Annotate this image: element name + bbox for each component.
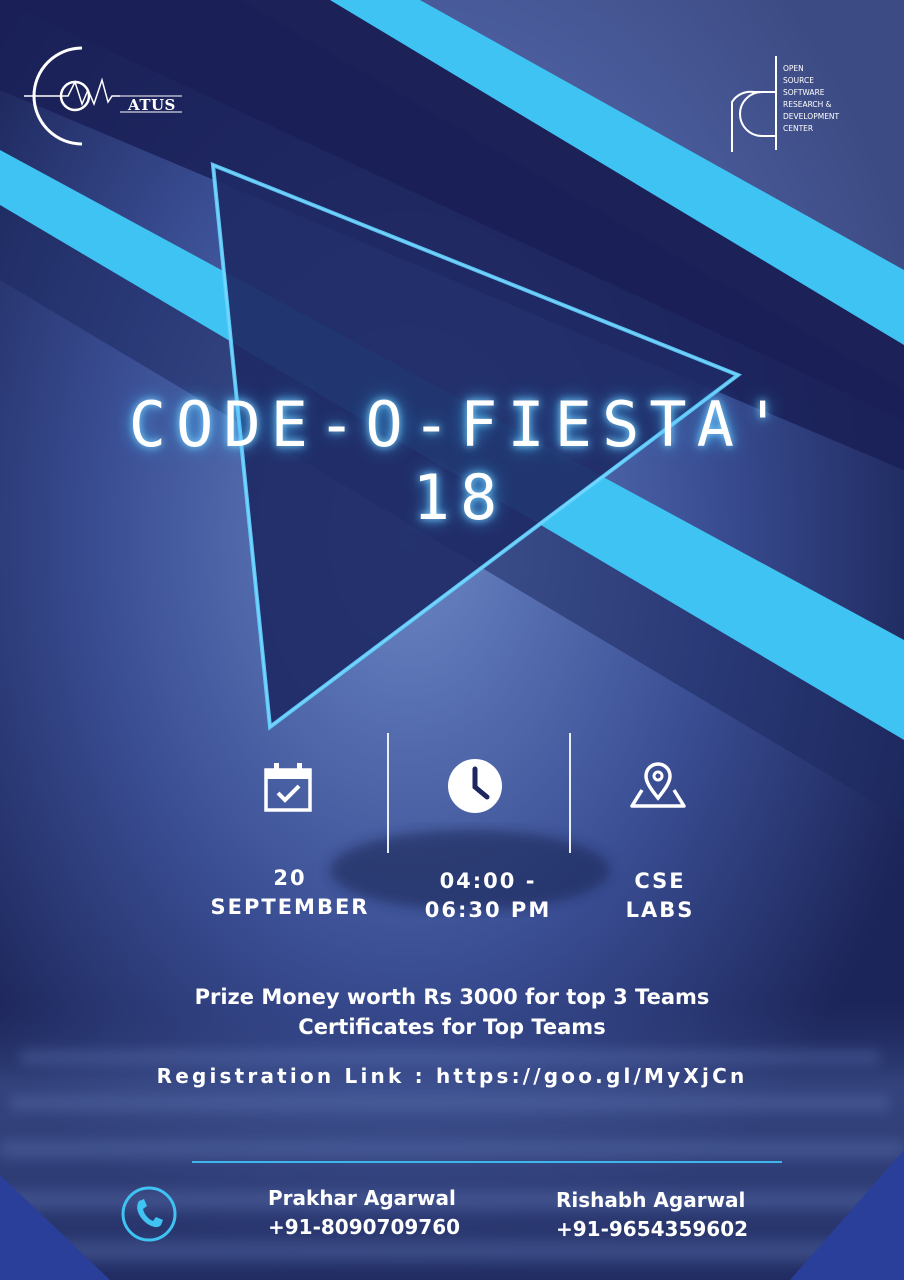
contact-phone[interactable]: +91-8090709760 xyxy=(268,1213,460,1242)
phone-icon xyxy=(121,1186,177,1242)
event-time: 04:00 - 06:30 PM xyxy=(388,867,588,925)
background-graphic xyxy=(0,0,904,1280)
logo-left-text: ATUS xyxy=(128,96,176,114)
divider xyxy=(569,733,571,853)
contact-card: Prakhar Agarwal +91-8090709760 xyxy=(268,1184,460,1242)
certificates-line: Certificates for Top Teams xyxy=(298,1015,606,1039)
venue-line2: LABS xyxy=(625,898,695,922)
map-pin-icon xyxy=(630,762,686,808)
divider xyxy=(192,1161,782,1163)
time-end: 06:30 PM xyxy=(424,898,552,922)
logo-line: DEVELOPMENT xyxy=(783,112,840,121)
contact-name: Rishabh Agarwal xyxy=(556,1188,746,1212)
calendar-check-icon xyxy=(264,763,312,812)
date-month: SEPTEMBER xyxy=(210,895,370,919)
date-day: 20 xyxy=(273,866,307,890)
prize-line: Prize Money worth Rs 3000 for top 3 Team… xyxy=(194,985,710,1009)
osdc-logo-text: OPEN SOURCE SOFTWARE RESEARCH & DEVELOPM… xyxy=(783,63,893,135)
event-title: CODE-O-FIESTA' 18 xyxy=(128,388,792,534)
logo-line: SOURCE xyxy=(783,76,814,85)
time-start: 04:00 - xyxy=(439,869,537,893)
contact-phone[interactable]: +91-9654359602 xyxy=(556,1215,748,1244)
logo-line: CENTER xyxy=(783,124,814,133)
logo-line: RESEARCH & xyxy=(783,100,832,109)
event-date: 20 SEPTEMBER xyxy=(190,864,390,922)
venue-line1: CSE xyxy=(634,869,686,893)
event-venue: CSE LABS xyxy=(570,867,750,925)
contact-name: Prakhar Agarwal xyxy=(268,1186,456,1210)
divider xyxy=(387,733,389,853)
clock-icon xyxy=(448,759,502,813)
logo-line: OPEN xyxy=(783,64,804,73)
prize-info: Prize Money worth Rs 3000 for top 3 Team… xyxy=(0,982,904,1042)
registration-link[interactable]: Registration Link : https://goo.gl/MyXjC… xyxy=(0,1064,904,1088)
logo-line: SOFTWARE xyxy=(783,88,825,97)
contact-card: Rishabh Agarwal +91-9654359602 xyxy=(556,1186,748,1244)
